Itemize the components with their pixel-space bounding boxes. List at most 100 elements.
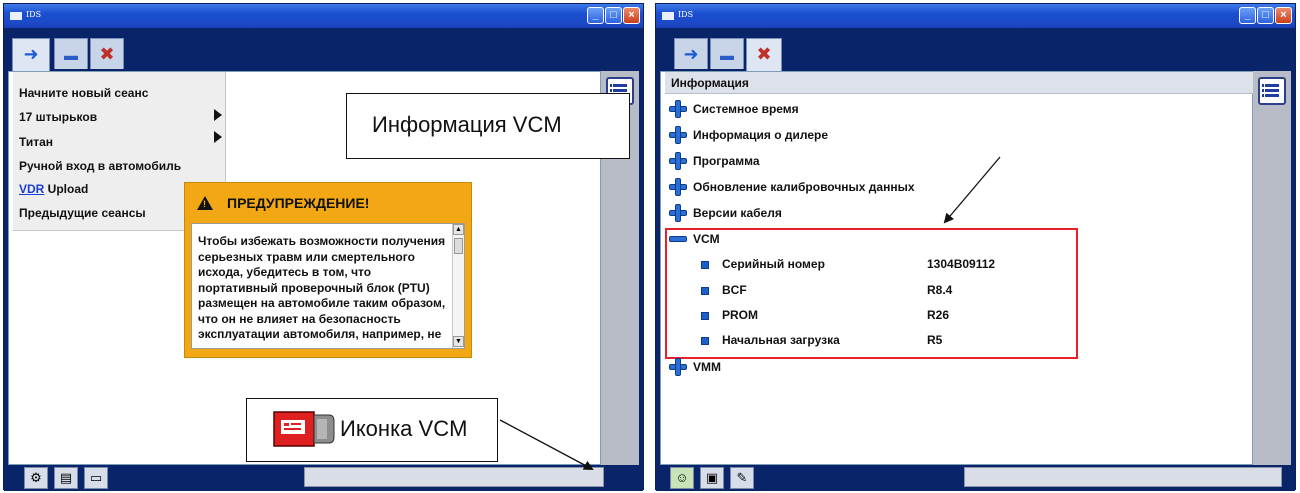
vcm-row-value: R8.4 (927, 283, 953, 297)
app-icon (10, 12, 22, 20)
back-arrow-icon: ➜ (683, 44, 699, 64)
warning-scrollbar[interactable]: ▲ ▼ (452, 224, 464, 348)
vcm-row-prom: PROM R26 (701, 308, 1061, 324)
close-button[interactable]: × (623, 7, 640, 24)
tree-item-label: Информация о дилере (693, 128, 828, 142)
status-field (964, 467, 1282, 487)
menu-item-titan[interactable]: Титан (19, 135, 53, 149)
vehicle-icon: ▬ (720, 47, 734, 63)
bottom-toolbar: ⚙ ▤ ▭ (4, 465, 901, 491)
tab-vehicle[interactable]: ▬ (54, 38, 88, 69)
vcm-icon-callout-text: Иконка VCM (340, 416, 468, 441)
bottom-toolbar: ☺ ▣ ✎ (656, 465, 1295, 491)
scroll-up-icon[interactable]: ▲ (453, 224, 464, 235)
scroll-thumb[interactable] (454, 238, 463, 254)
window-title: IDS (26, 10, 42, 19)
tab-vehicle[interactable]: ▬ (710, 38, 744, 69)
vdr-upload-label: Upload (44, 182, 89, 196)
menu-item-vdr-upload[interactable]: VDR Upload (19, 182, 88, 196)
tools-icon[interactable]: ✎ (730, 467, 754, 489)
vdr-link[interactable]: VDR (19, 182, 44, 196)
tree-item-label: Обновление калибровочных данных (693, 180, 915, 194)
vcm-row-value: R26 (927, 308, 950, 322)
toolbox-icon: ✖ (99, 44, 115, 64)
tree-item-system-time[interactable]: Системное время (669, 100, 969, 118)
tree-item-cable-versions[interactable]: Версии кабеля (669, 204, 969, 222)
tab-strip: ➜ ▬ ✖ (8, 31, 639, 71)
ids-window-right: IDS _ □ × ➜ ▬ ✖ Информация Системное вре… (655, 3, 1296, 491)
close-button[interactable]: × (1275, 7, 1292, 24)
plus-icon[interactable] (669, 152, 687, 170)
vcm-row-name: Серийный номер (722, 257, 825, 271)
minimize-button[interactable]: _ (1239, 7, 1256, 24)
tree-item-program[interactable]: Программа (669, 152, 969, 170)
plus-icon[interactable] (669, 178, 687, 196)
document-icon[interactable]: ▤ (54, 467, 78, 489)
vcm-icon-callout: Иконка VCM (246, 398, 498, 462)
scroll-down-icon[interactable]: ▼ (453, 336, 464, 347)
vcm-row-name: BCF (722, 283, 747, 297)
plus-icon[interactable] (669, 126, 687, 144)
vcm-row-name: Начальная загрузка (722, 333, 840, 347)
monitor-icon[interactable]: ▣ (700, 467, 724, 489)
menu-item-previous-sessions[interactable]: Предыдущие сеансы (19, 206, 146, 220)
vcm-info-callout-text: Информация VCM (372, 112, 562, 137)
vcm-info-callout: Информация VCM (346, 93, 630, 159)
tree-item-label: Системное время (693, 102, 799, 116)
bullet-icon (701, 337, 709, 345)
maximize-button[interactable]: □ (1257, 7, 1274, 24)
vcm-device-icon (273, 411, 335, 447)
submenu-arrow-icon (214, 109, 222, 121)
tree-item-calibration-update[interactable]: Обновление калибровочных данных (669, 178, 969, 196)
tree-item-dealer-info[interactable]: Информация о дилере (669, 126, 969, 144)
title-bar: IDS _ □ × (656, 4, 1295, 28)
vehicle-icon: ▬ (64, 47, 78, 63)
bullet-icon (701, 312, 709, 320)
bullet-icon (701, 287, 709, 295)
side-panel (1253, 71, 1291, 465)
warning-dialog: ! ПРЕДУПРЕЖДЕНИЕ! Чтобы избежать возможн… (184, 182, 472, 358)
tree-item-vmm[interactable]: VMM (669, 358, 969, 376)
submenu-arrow-icon (214, 131, 222, 143)
tree-item-vcm[interactable]: VCM (669, 230, 969, 248)
vcm-row-value: 1304B09112 (927, 257, 996, 271)
tab-toolbox[interactable]: ✖ (746, 38, 782, 71)
minus-icon[interactable] (669, 236, 687, 242)
bullet-icon (701, 261, 709, 269)
vcm-row-bcf: BCF R8.4 (701, 283, 1061, 299)
vcm-row-serial: Серийный номер 1304B09112 (701, 257, 1061, 273)
content-area: Информация Системное время Информация о … (660, 71, 1254, 465)
tree-item-label: VMM (693, 360, 721, 374)
plus-icon[interactable] (669, 204, 687, 222)
warning-text: Чтобы избежать возможности получения сер… (198, 234, 446, 341)
window-title: IDS (678, 10, 694, 19)
tab-strip: ➜ ▬ ✖ (660, 31, 1291, 71)
tab-back[interactable]: ➜ (12, 38, 50, 71)
status-field (304, 467, 901, 489)
warning-title: ПРЕДУПРЕЖДЕНИЕ! (227, 195, 370, 211)
tab-toolbox[interactable]: ✖ (90, 38, 124, 69)
menu-item-17-pin[interactable]: 17 штырьков (19, 110, 97, 124)
warning-triangle-icon: ! (197, 196, 213, 210)
tab-back[interactable]: ➜ (674, 38, 708, 69)
menu-item-new-session[interactable]: Начните новый сеанс (19, 86, 148, 100)
folder-icon[interactable]: ▭ (84, 467, 108, 489)
minimize-button[interactable]: _ (587, 7, 604, 24)
maximize-button[interactable]: □ (605, 7, 622, 24)
tree-item-label: Версии кабеля (693, 206, 782, 220)
app-icon (662, 12, 674, 20)
vcm-row-value: R5 (927, 333, 943, 347)
plus-icon[interactable] (669, 100, 687, 118)
section-title: Информация (665, 72, 1254, 94)
tree-item-label: Программа (693, 154, 760, 168)
plus-icon[interactable] (669, 358, 687, 376)
vcm-row-name: PROM (722, 308, 758, 322)
diagnostics-icon[interactable]: ⚙ (24, 467, 48, 489)
list-icon[interactable] (1258, 77, 1286, 105)
warning-body: Чтобы избежать возможности получения сер… (191, 223, 465, 349)
title-bar: IDS _ □ × (4, 4, 643, 28)
back-arrow-icon: ➜ (23, 44, 39, 64)
tree-item-label: VCM (693, 232, 720, 246)
menu-item-manual-entry[interactable]: Ручной вход в автомобиль (19, 159, 181, 173)
people-icon[interactable]: ☺ (670, 467, 694, 489)
